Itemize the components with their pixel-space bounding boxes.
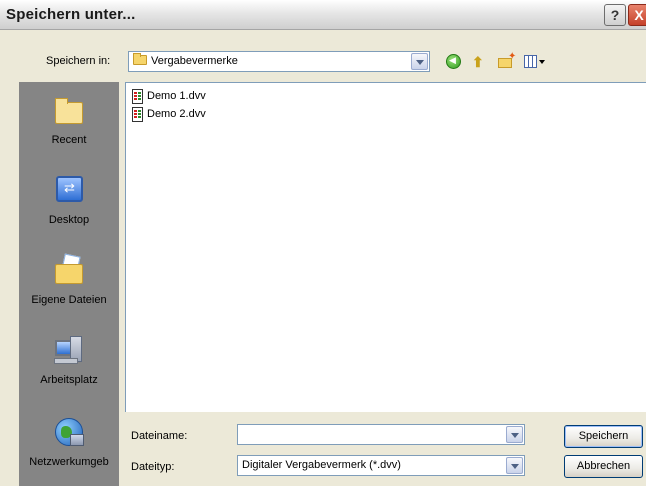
back-arrow-icon [446,54,461,69]
help-button[interactable]: ? [604,4,626,26]
place-label: Desktop [48,214,90,226]
filetype-value: Digitaler Vergabevermerk (*.dvv) [242,459,401,471]
title-bar[interactable]: Speichern unter... ? X [0,0,646,30]
back-button[interactable] [446,54,464,70]
recent-folder-icon [52,94,86,128]
window-title: Speichern unter... [6,6,136,23]
views-menu-button[interactable] [524,54,548,70]
folder-icon [133,53,147,65]
lookin-value: Vergabevermerke [151,55,238,67]
places-bar: Recent Desktop Eigene Dateien Arbeitspla… [19,82,119,486]
cancel-button[interactable]: Abbrechen [564,455,643,478]
place-label: Eigene Dateien [31,294,107,306]
dvv-file-icon [132,107,143,122]
filename-label: Dateiname: [131,430,188,442]
chevron-down-icon[interactable] [411,53,428,70]
close-button[interactable]: X [628,4,646,26]
filetype-label: Dateityp: [131,461,175,473]
chevron-down-icon[interactable] [506,426,523,443]
place-recent[interactable]: Recent [19,94,119,146]
place-my-computer[interactable]: Arbeitsplatz [19,334,119,386]
place-my-documents[interactable]: Eigene Dateien [19,253,119,306]
views-icon [524,55,537,68]
filetype-dropdown[interactable]: Digitaler Vergabevermerk (*.dvv) [237,455,525,476]
my-documents-icon [52,253,86,288]
desktop-icon [52,174,86,208]
save-button[interactable]: Speichern [564,425,643,448]
up-folder-button[interactable]: ⬆ [472,54,490,70]
place-network[interactable]: Netzwerkumgeb [19,416,119,468]
my-computer-icon [52,334,86,368]
lookin-label: Speichern in: [46,55,111,67]
up-arrow-icon: ⬆ [472,54,484,70]
network-icon [52,416,86,450]
lookin-dropdown[interactable]: Vergabevermerke [128,51,430,72]
file-name: Demo 2.dvv [147,108,206,120]
caret-down-icon [539,60,545,64]
filename-field[interactable] [237,424,525,445]
file-list[interactable]: Demo 1.dvv Demo 2.dvv [125,82,646,412]
place-label: Arbeitsplatz [40,374,98,386]
chevron-down-icon[interactable] [506,457,523,474]
place-label: Recent [51,134,87,146]
file-name: Demo 1.dvv [147,90,206,102]
dvv-file-icon [132,89,143,104]
new-folder-button[interactable]: ✦ [498,51,516,70]
place-desktop[interactable]: Desktop [19,174,119,226]
place-label: Netzwerkumgeb [29,456,109,468]
